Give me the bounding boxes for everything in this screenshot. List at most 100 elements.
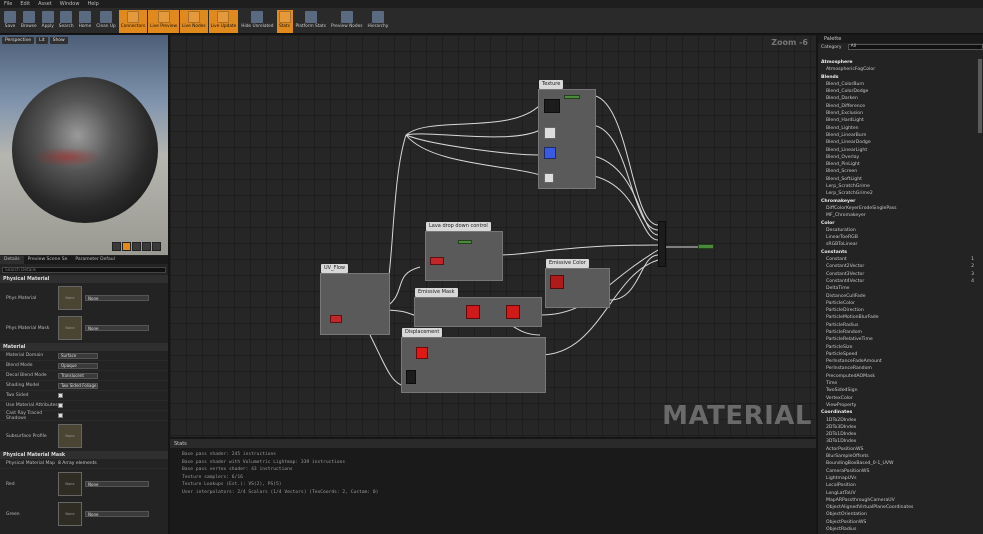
- palette-item[interactable]: ParticleRelativeTime: [818, 336, 978, 343]
- category-physical-material[interactable]: Physical Material: [0, 275, 168, 283]
- teapot-icon[interactable]: [152, 242, 161, 251]
- palette-item[interactable]: 3DTo1DIndex: [818, 438, 978, 445]
- palette-item[interactable]: Lerp_ScratchGrime: [818, 183, 978, 190]
- comment-uv-flow[interactable]: UV_Flow: [320, 264, 390, 335]
- toolbar-platform-stats-button[interactable]: Platform Stats: [294, 10, 328, 33]
- palette-item[interactable]: ActorPositionWS: [818, 446, 978, 453]
- red-dropdown[interactable]: None: [85, 481, 149, 487]
- palette-item[interactable]: Blend_ColorDodge: [818, 88, 978, 95]
- palette-item[interactable]: TwoSidedSign: [818, 387, 978, 394]
- menu-window[interactable]: Window: [60, 1, 80, 7]
- lava-color-node[interactable]: [430, 257, 444, 265]
- palette-item[interactable]: Blend_Screen: [818, 168, 978, 175]
- stats-tab[interactable]: Stats: [170, 439, 816, 448]
- tab-parameter-defaul[interactable]: Parameter Defaul: [71, 256, 119, 264]
- palette-item[interactable]: LinearToeRGB: [818, 234, 978, 241]
- lit-button[interactable]: Lit: [36, 37, 48, 44]
- toolbar-home-button[interactable]: Home: [77, 10, 94, 33]
- material-graph[interactable]: Zoom -6 Texture Lava drop down control U…: [170, 35, 816, 437]
- palette-item[interactable]: ParticleSize: [818, 344, 978, 351]
- toolbar-preview-nodes-button[interactable]: Preview Nodes: [329, 10, 365, 33]
- palette-item[interactable]: Blend_LinearLight: [818, 147, 978, 154]
- texture-node-1[interactable]: [544, 99, 560, 113]
- palette-category[interactable]: Atmosphere: [818, 59, 978, 66]
- palette-item[interactable]: Blend_Overlay: [818, 154, 978, 161]
- palette-item[interactable]: LocalPosition: [818, 482, 978, 489]
- palette-item[interactable]: 2DTo1DIndex: [818, 431, 978, 438]
- palette-item[interactable]: Blend_HardLight: [818, 117, 978, 124]
- toolbar-live-nodes-button[interactable]: Live Nodes: [179, 10, 208, 33]
- palette-item[interactable]: Time: [818, 380, 978, 387]
- checkbox[interactable]: [58, 393, 63, 398]
- palette-item[interactable]: BoundingBoxBased_0-1_UVW: [818, 460, 978, 467]
- toolbar-hierarchy-button[interactable]: Hierarchy: [366, 10, 391, 33]
- palette-item[interactable]: PerInstanceFadeAmount: [818, 358, 978, 365]
- plane-icon[interactable]: [132, 242, 141, 251]
- palette-item[interactable]: VertexColor: [818, 395, 978, 402]
- palette-item[interactable]: Blend_Exclusion: [818, 110, 978, 117]
- palette-item[interactable]: Blend_LinearDodge: [818, 139, 978, 146]
- palette-item[interactable]: ParticleMotionBlurFade: [818, 314, 978, 321]
- palette-item[interactable]: ParticleRandom: [818, 329, 978, 336]
- emissive-mask-node-2[interactable]: [506, 305, 520, 319]
- palette-scrollbar[interactable]: [978, 59, 982, 133]
- texture-node-2[interactable]: [544, 127, 556, 139]
- emissive-color-node[interactable]: [550, 275, 564, 289]
- palette-item[interactable]: Constant4Vector 4: [818, 278, 978, 285]
- material-row-dropdown[interactable]: Translucent: [58, 372, 98, 379]
- palette-item[interactable]: ViewProperty: [818, 402, 978, 409]
- palette-item[interactable]: Blend_LinearBurn: [818, 132, 978, 139]
- material-row-dropdown[interactable]: Two Sided Foliage: [58, 382, 98, 389]
- phys-material-mask-thumbnail[interactable]: None: [58, 316, 82, 340]
- palette-item[interactable]: Blend_SoftLight: [818, 176, 978, 183]
- category-physical-material-mask[interactable]: Physical Material Mask: [0, 451, 168, 459]
- show-button[interactable]: Show: [49, 37, 68, 44]
- palette-item[interactable]: ObjectPositionWS: [818, 519, 978, 526]
- palette-item[interactable]: DeltaTime: [818, 285, 978, 292]
- emissive-mask-node-1[interactable]: [466, 305, 480, 319]
- category-material[interactable]: Material: [0, 343, 168, 351]
- toolbar-stats-button[interactable]: Stats: [276, 10, 293, 33]
- toolbar-connectors-button[interactable]: Connectors: [118, 10, 148, 33]
- palette-category[interactable]: Color: [818, 220, 978, 227]
- palette-category[interactable]: Blends: [818, 74, 978, 81]
- displacement-node-2[interactable]: [406, 370, 416, 384]
- comment-lava[interactable]: Lava drop down control: [425, 222, 503, 281]
- palette-item[interactable]: ObjectOrientation: [818, 511, 978, 518]
- menu-file[interactable]: File: [4, 1, 12, 7]
- toolbar-live-update-button[interactable]: Live Update: [208, 10, 239, 33]
- palette-item[interactable]: Blend_ColorBurn: [818, 81, 978, 88]
- lava-param-node[interactable]: [458, 240, 472, 244]
- palette-item[interactable]: Constant3Vector 3: [818, 271, 978, 278]
- details-search-input[interactable]: Search Details: [2, 267, 166, 273]
- palette-item[interactable]: Blend_Lighten: [818, 125, 978, 132]
- material-row-dropdown[interactable]: Surface: [58, 352, 98, 359]
- tab-preview-scene-se[interactable]: Preview Scene Se: [24, 256, 72, 264]
- palette-item[interactable]: AtmosphericFogColor: [818, 66, 978, 73]
- red-thumbnail[interactable]: None: [58, 472, 82, 496]
- subsurface-thumbnail[interactable]: None: [58, 424, 82, 448]
- toolbar-live-preview-button[interactable]: Live Preview: [148, 10, 179, 33]
- palette-item[interactable]: ParticleSpeed: [818, 351, 978, 358]
- toolbar-apply-button[interactable]: Apply: [40, 10, 56, 33]
- texture-node-3[interactable]: [544, 147, 556, 159]
- palette-item[interactable]: Constant2Vector 2: [818, 263, 978, 270]
- material-row-dropdown[interactable]: Opaque: [58, 362, 98, 369]
- palette-category[interactable]: Coordinates: [818, 409, 978, 416]
- palette-item[interactable]: Lerp_ScratchGrime2: [818, 190, 978, 197]
- texture-node-4[interactable]: [544, 173, 554, 183]
- cylinder-icon[interactable]: [112, 242, 121, 251]
- palette-item[interactable]: ParticleColor: [818, 300, 978, 307]
- palette-item[interactable]: LongLatToUV: [818, 490, 978, 497]
- palette-item[interactable]: ObjectRadius: [818, 526, 978, 533]
- palette-item[interactable]: ParticleDirection: [818, 307, 978, 314]
- palette-item[interactable]: Constant 1: [818, 256, 978, 263]
- phys-material-thumbnail[interactable]: None: [58, 286, 82, 310]
- sphere-icon[interactable]: [122, 242, 131, 251]
- tab-details[interactable]: Details: [0, 256, 24, 264]
- palette-item[interactable]: PerInstanceRandom: [818, 365, 978, 372]
- palette-item[interactable]: Blend_PinLight: [818, 161, 978, 168]
- green-dropdown[interactable]: None: [85, 511, 149, 517]
- checkbox[interactable]: [58, 413, 63, 418]
- palette-item[interactable]: PrecomputedAOMask: [818, 373, 978, 380]
